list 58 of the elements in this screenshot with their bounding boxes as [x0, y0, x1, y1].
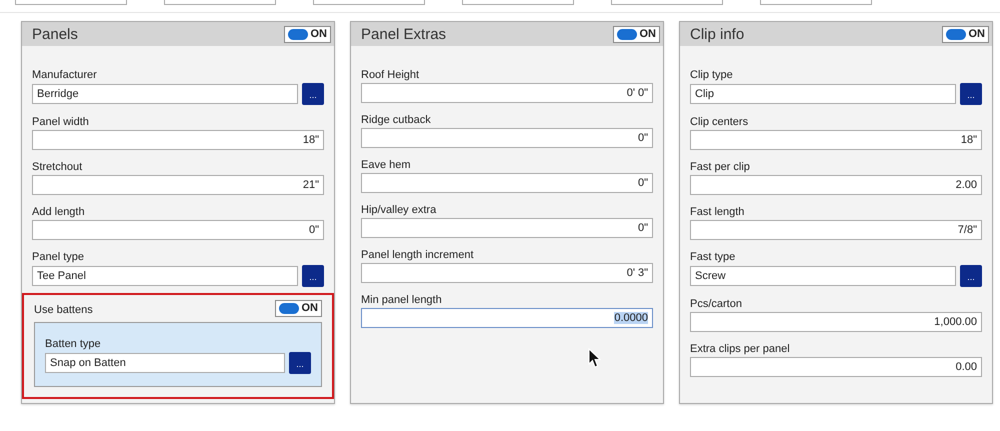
tab[interactable]: [164, 0, 276, 5]
input-field[interactable]: Snap on Batten: [45, 353, 285, 373]
input-field[interactable]: 2.00: [690, 175, 982, 195]
panel-title: Clip info: [690, 26, 744, 42]
tab[interactable]: [611, 0, 723, 5]
field-label: Manufacturer: [32, 68, 98, 83]
tab[interactable]: [760, 0, 872, 5]
toggle-switch[interactable]: ON: [942, 26, 989, 42]
field-label: Fast type: [690, 250, 736, 265]
input-field[interactable]: 21": [32, 175, 324, 195]
toggle-switch[interactable]: ON: [274, 300, 322, 316]
field-label: Roof Height: [361, 68, 420, 83]
input-field[interactable]: Clip: [690, 84, 956, 104]
field-label: Panel length increment: [361, 248, 475, 263]
input-field[interactable]: 1,000.00: [690, 312, 982, 332]
field-label: Extra clips per panel: [690, 342, 791, 357]
field-label: Clip centers: [690, 115, 750, 130]
tab[interactable]: [313, 0, 425, 5]
toggle-switch[interactable]: ON: [284, 26, 331, 42]
input-field[interactable]: 0' 3": [361, 263, 653, 283]
panel-title: Panels: [32, 26, 78, 42]
input-field[interactable]: 7/8": [690, 220, 982, 240]
field-label: Fast per clip: [690, 160, 751, 175]
input-field[interactable]: 0' 0": [361, 83, 653, 103]
toggle-switch[interactable]: ON: [612, 26, 660, 42]
browse-button[interactable]: ...: [302, 83, 324, 105]
field-label: Stretchout: [32, 160, 84, 175]
field-label: Fast length: [690, 205, 746, 220]
browse-button[interactable]: ...: [960, 83, 982, 105]
field-label: Ridge cutback: [361, 113, 432, 128]
field-label: Add length: [32, 205, 86, 220]
field-label: Min panel length: [361, 293, 443, 308]
browse-button[interactable]: ...: [302, 265, 324, 287]
field-label: Hip/valley extra: [361, 203, 438, 218]
field-label: Panel type: [32, 250, 85, 265]
field-label: Use battens: [34, 302, 93, 318]
input-field[interactable]: 18": [690, 130, 982, 150]
tab[interactable]: [15, 0, 127, 5]
field-label: Eave hem: [361, 158, 412, 173]
input-field[interactable]: 0": [361, 128, 653, 148]
field-label: Clip type: [690, 68, 734, 83]
input-field[interactable]: 0": [32, 220, 324, 240]
input-field[interactable]: 0.0000: [361, 308, 653, 328]
mouse-pointer-icon: [588, 348, 601, 368]
browse-button[interactable]: ...: [289, 352, 311, 374]
input-field[interactable]: Tee Panel: [32, 266, 298, 286]
field-label: Panel width: [32, 115, 90, 130]
panel-title: Panel Extras: [361, 26, 446, 42]
input-field[interactable]: 0": [361, 218, 653, 238]
input-field[interactable]: 18": [32, 130, 324, 150]
input-field[interactable]: 0": [361, 173, 653, 193]
field-label: Batten type: [45, 337, 102, 352]
tab[interactable]: [462, 0, 574, 5]
input-field[interactable]: 0.00: [690, 357, 982, 377]
input-field[interactable]: Screw: [690, 266, 956, 286]
browse-button[interactable]: ...: [960, 265, 982, 287]
input-field[interactable]: Berridge: [32, 84, 298, 104]
field-label: Pcs/carton: [690, 297, 743, 312]
